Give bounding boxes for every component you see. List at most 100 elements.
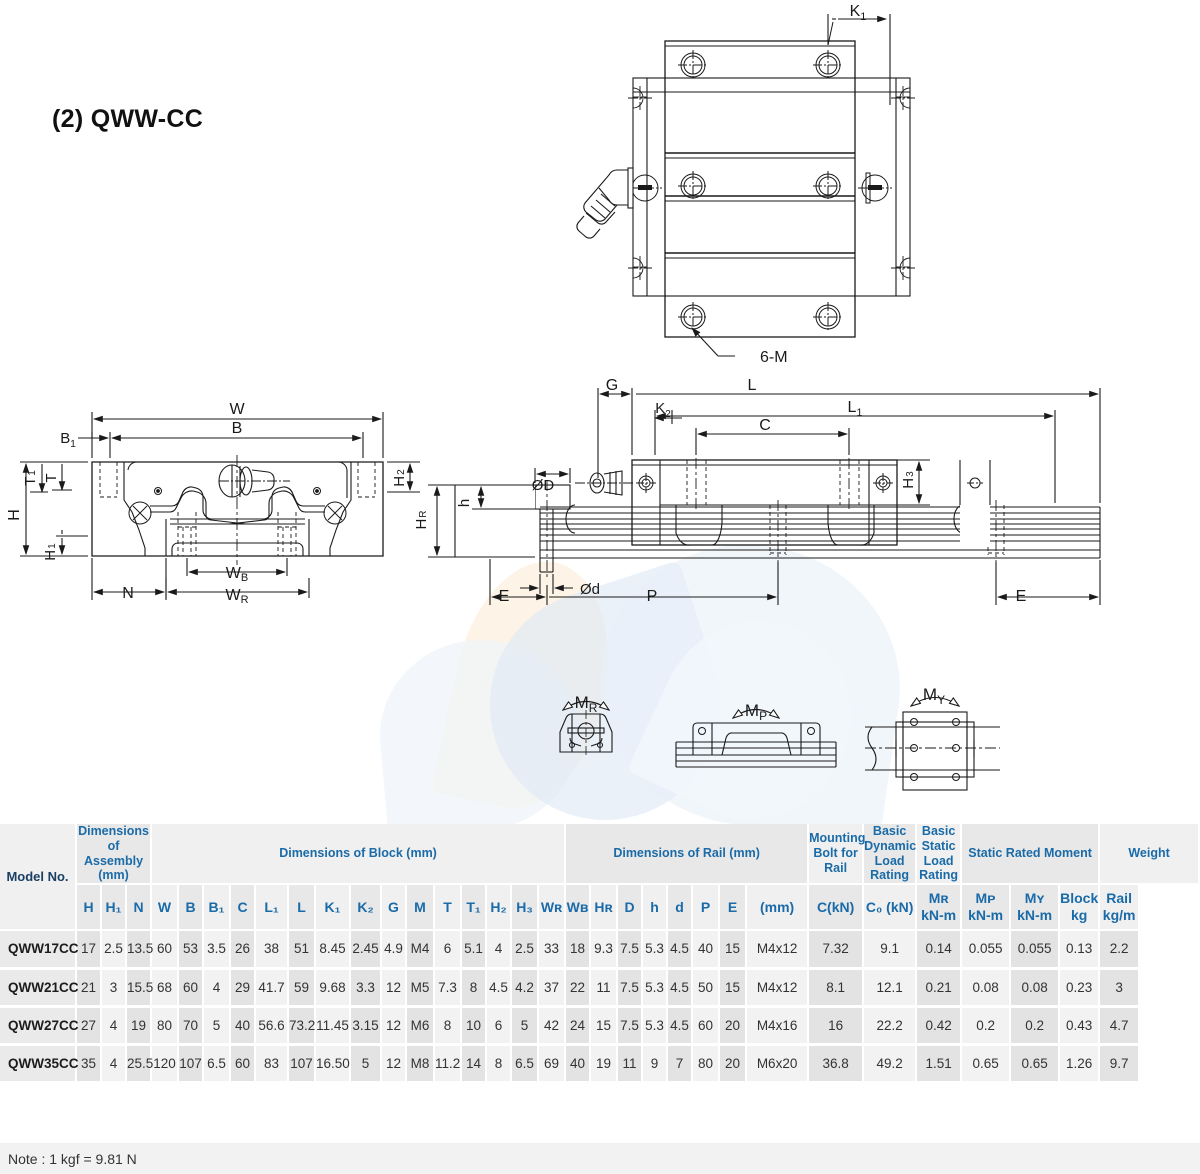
table-cell: 15	[719, 968, 748, 1008]
table-cell: M4	[406, 930, 435, 970]
table-group-header-row: Model No. Dimensions of Assembly (mm) Di…	[0, 824, 1200, 931]
header-weight: Weight	[1099, 824, 1200, 885]
table-cell: 16	[808, 1006, 865, 1046]
table-cell: 13.5	[126, 930, 153, 970]
subheader-MP-symbol: Mᴘ	[975, 890, 996, 907]
table-cell: 5.3	[642, 968, 669, 1008]
table-cell: 120	[151, 1044, 179, 1084]
subheader-D: D	[617, 884, 644, 931]
table-cell: 4.5	[667, 1006, 694, 1046]
table-cell: M4x12	[746, 968, 810, 1008]
table-cell: 69	[538, 1044, 567, 1084]
header-model-no: Model No.	[0, 824, 77, 931]
label-h-small: h	[456, 499, 473, 507]
label-e-right: E	[1016, 588, 1027, 605]
table-cell: 14	[461, 1044, 487, 1084]
subheader-M: M	[406, 884, 435, 931]
subheader-L1: L₁	[255, 884, 289, 931]
subheader-MY-symbol: Mʏ	[1024, 890, 1045, 907]
table-cell: 37	[538, 968, 567, 1008]
table-cell: 7.32	[808, 930, 865, 970]
table-cell: 26	[230, 930, 256, 970]
table-cell: 68	[151, 968, 179, 1008]
table-cell: 0.08	[1010, 968, 1061, 1008]
table-cell: 29	[230, 968, 256, 1008]
label-t: T	[43, 473, 60, 482]
label-g: G	[606, 377, 618, 394]
cell-model-name: QWW35CC	[0, 1044, 79, 1084]
subheader-MY-unit: kN-m	[1017, 907, 1053, 923]
table-cell: 83	[255, 1044, 289, 1084]
table-cell: 60	[230, 1044, 256, 1084]
subheader-rail-unit: kg/m	[1102, 907, 1136, 923]
table-cell: 21	[76, 968, 102, 1008]
table-cell: 40	[565, 1044, 592, 1084]
subheader-W: W	[151, 884, 179, 931]
header-basic-dynamic-load: Basic Dynamic Load Rating	[863, 824, 918, 885]
table-cell: 4	[101, 1044, 127, 1084]
table-cell: 4	[486, 930, 512, 970]
subheader-B: B	[178, 884, 204, 931]
table-cell: 8	[486, 1044, 512, 1084]
subheader-N: N	[126, 884, 152, 931]
label-h1: H1	[42, 543, 59, 561]
header-dimensions-rail: Dimensions of Rail (mm)	[565, 824, 810, 885]
label-e-left: E	[499, 588, 510, 605]
table-cell: 7.5	[617, 968, 644, 1008]
table-cell: 51	[288, 930, 316, 970]
table-cell: 22.2	[863, 1006, 918, 1046]
table-cell: 4	[101, 1006, 127, 1046]
label-b1: B1	[60, 430, 76, 450]
table-cell: 4.5	[667, 968, 694, 1008]
subheader-T: T	[434, 884, 462, 931]
table-cell: 22	[565, 968, 592, 1008]
table-cell: M8	[406, 1044, 435, 1084]
table-cell: 7.5	[617, 930, 644, 970]
table-cell: 17	[76, 930, 102, 970]
table-cell: 7	[667, 1044, 694, 1084]
table-cell: 59	[288, 968, 316, 1008]
table-cell: 56.6	[255, 1006, 289, 1046]
page-title: (2) QWW-CC	[52, 105, 204, 133]
label-b: B	[232, 420, 243, 437]
table-cell: 80	[692, 1044, 721, 1084]
subheader-K2: K₂	[350, 884, 382, 931]
table-cell: 3.15	[350, 1006, 382, 1046]
label-w: W	[229, 401, 245, 418]
subheader-MP-unit: kN-m	[968, 907, 1004, 923]
table-cell: 6	[486, 1006, 512, 1046]
table-cell: 2.45	[350, 930, 382, 970]
table-cell: 5	[350, 1044, 382, 1084]
table-cell: 60	[692, 1006, 721, 1046]
table-cell: 3.5	[203, 930, 231, 970]
table-cell: 5.1	[461, 930, 487, 970]
subheader-G: G	[381, 884, 407, 931]
table-cell: 0.13	[1059, 930, 1101, 970]
subheader-MP: Mᴘ kN-m	[961, 884, 1012, 931]
label-c: C	[759, 417, 771, 434]
label-p: P	[647, 588, 658, 605]
table-cell: 0.2	[961, 1006, 1012, 1046]
label-h3: H3	[900, 471, 917, 489]
subheader-bolt-mm: (mm)	[746, 884, 810, 931]
table-cell: 2.5	[511, 930, 539, 970]
table-cell: 6.5	[203, 1044, 231, 1084]
table-cell: 70	[178, 1006, 204, 1046]
table-cell: 7.5	[617, 1006, 644, 1046]
moment-diagrams	[559, 696, 1000, 791]
label-od-small: Ød	[580, 581, 600, 598]
subheader-H2: H₂	[486, 884, 512, 931]
label-wb: WB	[226, 565, 248, 584]
table-cell: 24	[565, 1006, 592, 1046]
header-dimensions-assembly: Dimensions of Assembly (mm)	[76, 824, 152, 885]
table-cell: 12.1	[863, 968, 918, 1008]
table-cell: 0.14	[916, 930, 963, 970]
table-cell: 20	[719, 1006, 748, 1046]
table-sub-header-row: H H₁ N W B B₁ C L₁ L K₁ K₂ G M T T₁ H₂ H…	[0, 884, 1199, 931]
subheader-T1: T₁	[461, 884, 487, 931]
table-cell: 12	[381, 1006, 407, 1046]
table-cell: 0.23	[1059, 968, 1101, 1008]
leader-6m	[691, 327, 735, 357]
subheader-H: H	[76, 884, 102, 931]
table-row: QWW35CC 35 4 25.5 120 107 6.5 60 83 107 16.50 5 12 M8…	[0, 1044, 1199, 1084]
